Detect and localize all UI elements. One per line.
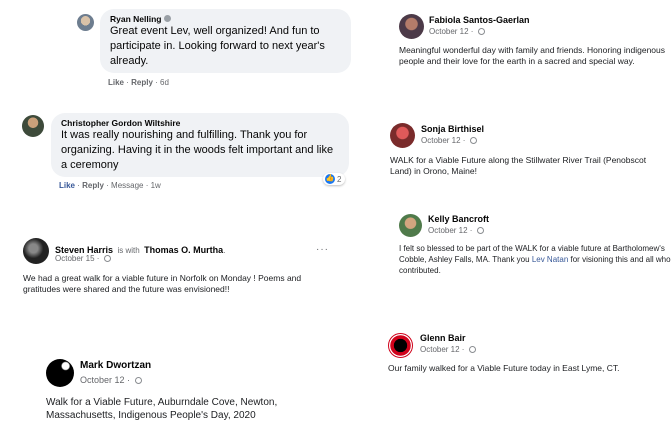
comment-bubble: Ryan Nelling Great event Lev, well organ… xyxy=(100,9,351,73)
post-date[interactable]: October 12 · xyxy=(429,27,485,36)
post-date[interactable]: October 12 · xyxy=(421,136,477,145)
globe-icon xyxy=(134,377,142,384)
post-date[interactable]: October 12 · xyxy=(80,375,142,385)
avatar[interactable] xyxy=(77,14,94,31)
avatar[interactable] xyxy=(22,115,44,137)
comment-text: Great event Lev, well organized! And fun… xyxy=(110,25,325,67)
globe-icon xyxy=(476,227,484,234)
post-text: Our family walked for a Viable Future to… xyxy=(388,363,620,373)
post-text: Meaningful wonderful day with family and… xyxy=(399,45,666,66)
post-text: I felt so blessed to be part of the WALK… xyxy=(399,244,671,275)
reaction-summary[interactable]: 👍 2 xyxy=(323,173,346,185)
post-text: We had a great walk for a viable future … xyxy=(23,273,302,294)
comment-actions: Like · Reply · Message · 1w xyxy=(59,181,161,190)
avatar[interactable] xyxy=(23,238,49,264)
commenter-name[interactable]: Ryan Nelling xyxy=(110,14,341,24)
comment-bubble: Christopher Gordon Wiltshire It was real… xyxy=(51,113,349,177)
globe-icon xyxy=(468,346,476,353)
author-name[interactable]: Sonja Birthisel xyxy=(421,124,484,134)
globe-icon xyxy=(469,137,477,144)
post-date[interactable]: October 12 · xyxy=(420,345,476,354)
avatar[interactable] xyxy=(46,359,74,387)
like-link[interactable]: Like xyxy=(59,181,75,190)
reply-link[interactable]: Reply xyxy=(131,78,153,87)
globe-icon xyxy=(103,255,111,262)
author-name[interactable]: Fabiola Santos-Gaerlan xyxy=(429,15,530,25)
author-name[interactable]: Kelly Bancroft xyxy=(428,214,489,224)
comment-text: It was really nourishing and fulfilling.… xyxy=(61,129,334,171)
more-options-icon[interactable]: ··· xyxy=(316,244,329,255)
message-link[interactable]: Message xyxy=(111,181,143,190)
author-name[interactable]: Mark Dwortzan xyxy=(80,360,151,371)
like-link[interactable]: Like xyxy=(108,78,124,87)
author-name[interactable]: Glenn Bair xyxy=(420,333,466,343)
commenter-name[interactable]: Christopher Gordon Wiltshire xyxy=(61,118,339,128)
avatar[interactable] xyxy=(390,123,415,148)
avatar[interactable] xyxy=(399,14,424,39)
post-text: WALK for a Viable Future along the Still… xyxy=(390,155,647,176)
post-date[interactable]: October 15 · xyxy=(55,254,111,263)
tagged-name[interactable]: Thomas O. Murtha xyxy=(144,245,223,255)
timestamp[interactable]: 6d xyxy=(160,78,169,87)
avatar[interactable] xyxy=(388,333,413,358)
post-date[interactable]: October 12 · xyxy=(428,226,484,235)
globe-icon xyxy=(477,28,485,35)
mention-link[interactable]: Lev Natan xyxy=(532,255,568,264)
avatar[interactable] xyxy=(399,214,422,237)
verified-icon xyxy=(163,15,171,22)
timestamp[interactable]: 1w xyxy=(151,181,161,190)
like-reaction-icon: 👍 xyxy=(325,174,335,184)
reply-link[interactable]: Reply xyxy=(82,181,104,190)
post-text: Walk for a Viable Future, Auburndale Cov… xyxy=(46,397,278,421)
comment-actions: Like · Reply · 6d xyxy=(108,78,169,87)
